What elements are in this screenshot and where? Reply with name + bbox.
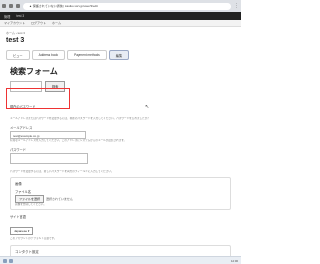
picture-section-title[interactable]: 画像: [15, 181, 226, 186]
password-label: パスワード: [10, 147, 26, 152]
email-label: メールアドレス: [10, 126, 33, 131]
forward-icon[interactable]: [9, 4, 13, 8]
password-help: パスワードを変更するには、新しいパスワードを両方のフィールドに入力してください。: [10, 169, 114, 173]
highlight-box: [6, 88, 70, 109]
browser-app-icon[interactable]: [9, 258, 13, 263]
contact-section-title[interactable]: コンタクト設定: [15, 249, 226, 254]
tab-view[interactable]: ビュー: [6, 50, 30, 60]
top-navigation: マイアカウント ログアウト ホーム: [0, 20, 241, 27]
language-help: このアカウントのデフォルト言語です。: [10, 237, 57, 241]
taskbar-icons: [3, 258, 13, 263]
tab-address-book[interactable]: Address book: [31, 50, 66, 60]
password-block: パスワード パスワードを変更するには、新しいパスワードを両方のフィールドに入力し…: [10, 147, 231, 173]
system-tray-clock: 12:00: [231, 258, 238, 263]
back-icon[interactable]: [2, 4, 6, 8]
page-title: test 3: [6, 37, 25, 44]
page: ▲ 保護されていない通信 | kasiko.xsrv.jp/user/3/edi…: [0, 0, 241, 264]
browser-toolbar: ▲ 保護されていない通信 | kasiko.xsrv.jp/user/3/edi…: [0, 0, 241, 12]
search-form-title: 検索フォーム: [10, 67, 58, 76]
local-tasks: ビュー Address book Payment methods 編集: [0, 48, 241, 60]
address-bar[interactable]: ▲ 保護されていない通信 | kasiko.xsrv.jp/user/3/edi…: [23, 2, 231, 10]
picture-section: 画像 ファイル名 ファイルを選択 選択されていません 画像を登録してください。: [10, 177, 231, 211]
email-block: メールアドレス test@example.co.jp 有効なメールアドレスを入力…: [10, 125, 231, 142]
taskbar: 12:00: [0, 256, 241, 264]
choose-file-button[interactable]: ファイルを選択: [15, 195, 45, 204]
admin-item-user[interactable]: test 3: [16, 14, 24, 18]
current-password-help: メールアドレスまたはパスワードを変更するには、現在のパスワードを入力してください…: [10, 117, 150, 120]
page-header: ホーム › test 3 test 3: [0, 27, 241, 46]
picture-label: ファイル名: [15, 190, 31, 195]
file-status: 選択されていません: [46, 197, 73, 202]
mouse-cursor-icon: ↖: [145, 104, 150, 110]
picture-help: 画像を登録してください。: [15, 203, 46, 207]
language-label: サイト言語: [10, 215, 26, 220]
nav-my-account[interactable]: マイアカウント: [4, 21, 25, 25]
email-field[interactable]: test@example.co.jp: [10, 131, 86, 140]
language-block: サイト言語 Japanese ▾ このアカウントのデフォルト言語です。: [10, 214, 231, 240]
file-upload: ファイルを選択 選択されていません: [15, 195, 226, 204]
tab-payment-methods[interactable]: Payment methods: [67, 50, 107, 60]
start-icon[interactable]: [3, 258, 7, 263]
nav-home[interactable]: ホーム: [52, 21, 61, 25]
password-field[interactable]: [10, 152, 88, 164]
nav-logout[interactable]: ログアウト: [31, 21, 46, 25]
admin-toolbar: 管理 test 3: [0, 12, 241, 20]
language-select[interactable]: Japanese ▾: [10, 227, 34, 236]
breadcrumb[interactable]: ホーム › test 3: [6, 31, 235, 35]
tab-edit[interactable]: 編集: [108, 50, 130, 60]
admin-item-manage[interactable]: 管理: [4, 14, 10, 19]
reload-icon[interactable]: [16, 4, 20, 8]
browser-menu-icon[interactable]: ⋮: [234, 3, 239, 9]
email-help: 有効なメールアドレスを入力してください。このアドレスにシステムからのメールが送信…: [10, 139, 127, 143]
